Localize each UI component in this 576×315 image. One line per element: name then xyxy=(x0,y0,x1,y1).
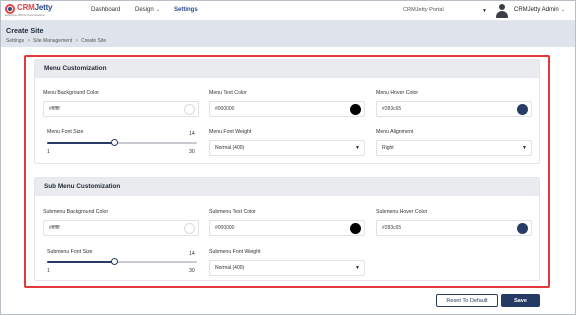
menu-alignment-select[interactable]: Right ▼ xyxy=(376,140,532,156)
color-value: #000000 xyxy=(215,225,235,231)
select-value: Normal (400) xyxy=(215,265,245,271)
section-title: Menu Customization xyxy=(35,60,539,78)
color-value: #000000 xyxy=(215,106,235,112)
menu-customization-section: Menu Customization Menu Background Color… xyxy=(34,59,540,164)
submenu-text-color-input[interactable]: #000000 xyxy=(209,220,365,236)
submenu-font-size-label: Submenu Font Size xyxy=(47,249,93,255)
color-value: #ffffff xyxy=(49,225,60,231)
logo-text: CRMJetty xyxy=(17,3,53,12)
page-header: Create Site Settings > Site Management > Cre… xyxy=(1,21,575,47)
color-swatch[interactable] xyxy=(517,104,528,115)
submenu-customization-section: Sub Menu Customization Submenu Backgroun… xyxy=(34,177,540,281)
breadcrumb-settings[interactable]: Settings xyxy=(6,38,24,44)
submenu-bg-color-label: Submenu Background Color xyxy=(43,209,109,215)
caret-down-icon: ▼ xyxy=(482,8,487,14)
select-value: Right xyxy=(382,145,394,151)
slider-min: 1 xyxy=(47,149,50,155)
save-button[interactable]: Save xyxy=(501,294,540,307)
menu-hover-color-label: Menu Hover Color xyxy=(376,90,419,96)
logo[interactable]: CRMJetty Enterprise CRM & Portal Solutio… xyxy=(5,3,57,19)
menu-alignment-label: Menu Alignment xyxy=(376,129,414,135)
menu-font-weight-label: Menu Font Weight xyxy=(209,129,252,135)
top-nav: CRMJetty Enterprise CRM & Portal Solutio… xyxy=(1,1,575,21)
slider-thumb[interactable] xyxy=(110,258,118,265)
submenu-hover-color-label: Submenu Hover Color xyxy=(376,209,428,215)
color-swatch[interactable] xyxy=(517,223,528,234)
color-swatch[interactable] xyxy=(350,223,361,234)
breadcrumb-separator: > xyxy=(75,38,79,44)
color-value: #ffffff xyxy=(49,106,60,112)
menu-bg-color-input[interactable]: #ffffff xyxy=(43,101,199,117)
avatar-body xyxy=(496,11,508,18)
portal-select[interactable]: CRMJetty Portal ▼ xyxy=(403,5,487,17)
color-swatch[interactable] xyxy=(184,104,195,115)
color-value: #283c65 xyxy=(382,225,402,231)
breadcrumb-site-management[interactable]: Site Management xyxy=(33,38,72,44)
nav-design[interactable]: Design ⌄ xyxy=(135,7,160,13)
user-menu[interactable]: CRMJetty Admin ⌄ xyxy=(514,7,565,13)
page-title: Create Site xyxy=(6,26,44,35)
caret-down-icon: ▼ xyxy=(522,145,527,151)
nav-dashboard[interactable]: Dashboard xyxy=(91,7,120,13)
submenu-bg-color-input[interactable]: #ffffff xyxy=(43,220,199,236)
reset-to-default-button[interactable]: Reset To Default xyxy=(436,294,498,307)
submenu-font-size-slider[interactable] xyxy=(47,258,197,265)
breadcrumb: Settings > Site Management > Create Site xyxy=(6,38,106,44)
menu-font-size-label: Menu Font Size xyxy=(47,129,84,135)
submenu-text-color-label: Submenu Text Color xyxy=(209,209,256,215)
portal-select-value: CRMJetty Portal xyxy=(403,7,444,13)
slider-max: 30 xyxy=(189,268,195,274)
menu-font-size-slider[interactable] xyxy=(47,139,197,146)
chevron-down-icon: ⌄ xyxy=(560,7,565,13)
color-swatch[interactable] xyxy=(350,104,361,115)
slider-fill xyxy=(47,142,115,144)
slider-fill xyxy=(47,261,115,263)
menu-bg-color-label: Menu Background Color xyxy=(43,90,99,96)
chevron-down-icon: ⌄ xyxy=(155,7,160,13)
select-value: Normal (400) xyxy=(215,145,245,151)
menu-text-color-input[interactable]: #000000 xyxy=(209,101,365,117)
avatar[interactable] xyxy=(495,3,509,19)
color-swatch[interactable] xyxy=(184,223,195,234)
slider-thumb[interactable] xyxy=(110,139,118,146)
submenu-hover-color-input[interactable]: #283c65 xyxy=(376,220,532,236)
nav-settings[interactable]: Settings xyxy=(174,7,198,13)
caret-down-icon: ▼ xyxy=(355,145,360,151)
menu-font-size-value: 14 xyxy=(189,131,195,137)
menu-hover-color-input[interactable]: #283c65 xyxy=(376,101,532,117)
breadcrumb-separator: > xyxy=(27,38,30,44)
color-value: #283c65 xyxy=(382,106,402,112)
logo-icon xyxy=(5,4,15,14)
caret-down-icon: ▼ xyxy=(355,265,360,271)
menu-text-color-label: Menu Text Color xyxy=(209,90,247,96)
section-title: Sub Menu Customization xyxy=(35,178,539,196)
slider-min: 1 xyxy=(47,268,50,274)
submenu-font-size-value: 14 xyxy=(189,251,195,257)
slider-max: 30 xyxy=(189,149,195,155)
menu-font-weight-select[interactable]: Normal (400) ▼ xyxy=(209,140,365,156)
logo-tagline: Enterprise CRM & Portal Solutions xyxy=(5,14,45,17)
submenu-font-weight-select[interactable]: Normal (400) ▼ xyxy=(209,260,365,276)
breadcrumb-create-site: Create Site xyxy=(81,38,107,44)
submenu-font-weight-label: Submenu Font Weight xyxy=(209,249,261,255)
avatar-head xyxy=(499,4,505,10)
